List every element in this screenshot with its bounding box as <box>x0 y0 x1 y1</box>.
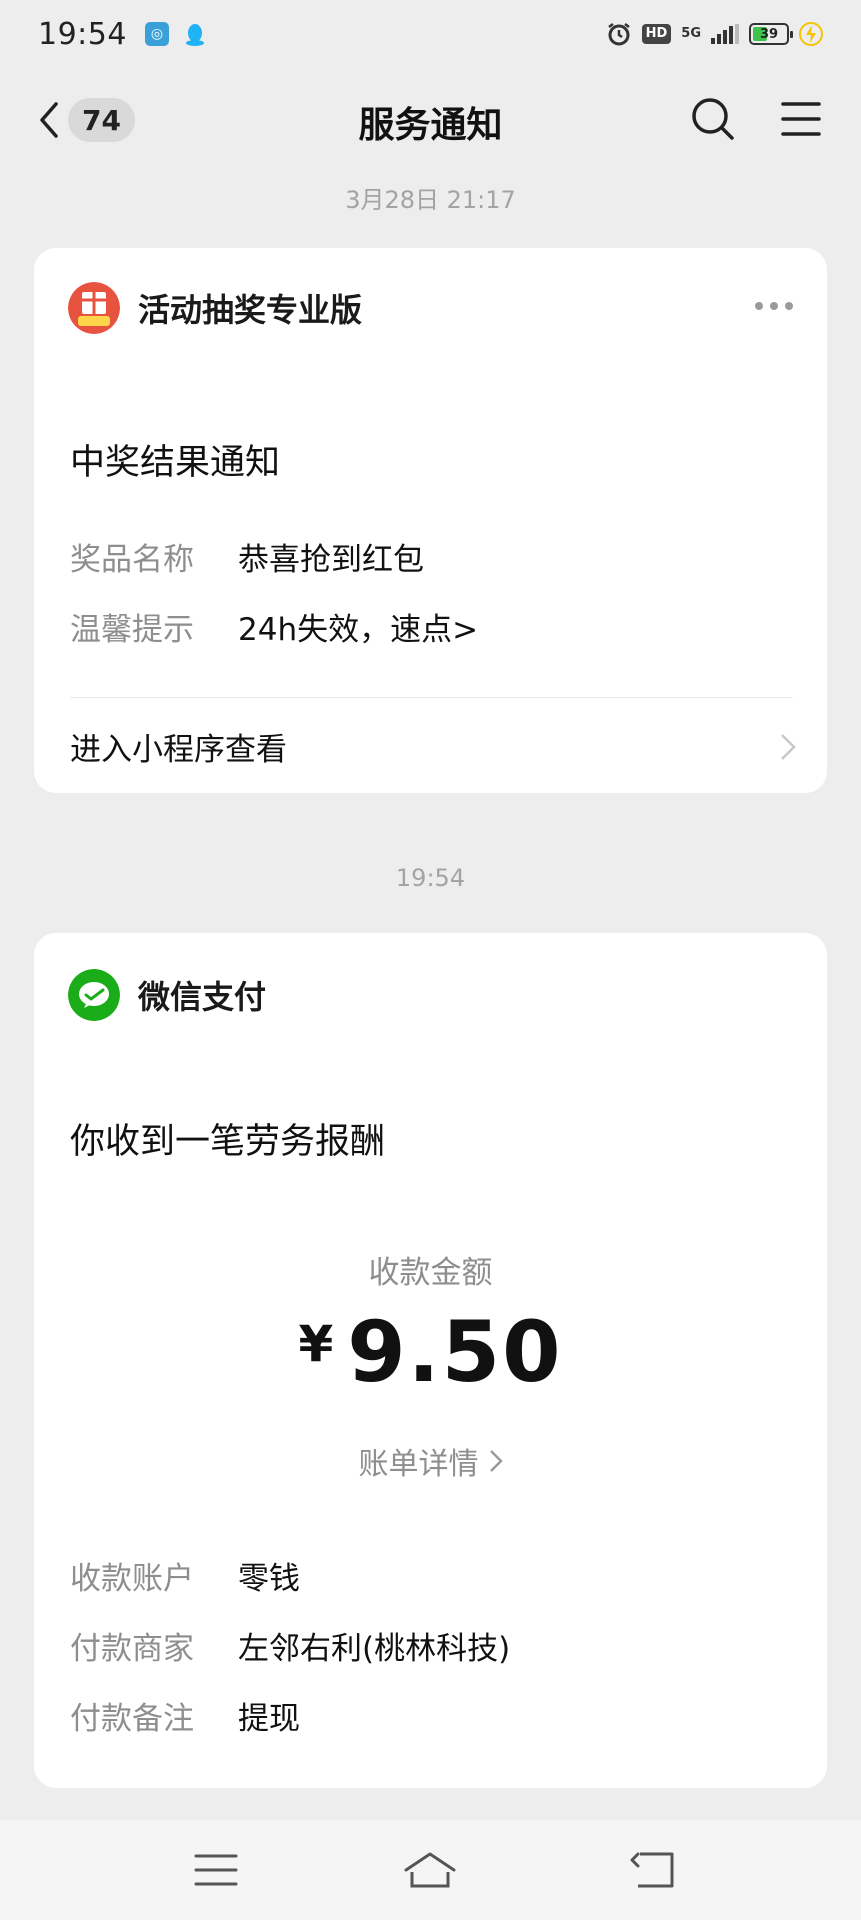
field-value: 零钱 <box>238 1561 300 1597</box>
menu-icon[interactable] <box>780 98 822 140</box>
message-timestamp: 3月28日 21:17 <box>345 186 516 214</box>
field-value: 提现 <box>238 1701 300 1737</box>
navigation-bar: 74 服务通知 <box>0 68 861 172</box>
enter-mini-program-label: 进入小程序查看 <box>70 732 287 768</box>
system-navigation-bar <box>0 1820 861 1920</box>
field-key: 付款备注 <box>70 1701 194 1737</box>
field-row: 奖品名称 恭喜抢到红包 <box>70 534 424 579</box>
message-timestamp: 19:54 <box>395 864 466 892</box>
card-header: 活动抽奖专业版 <box>68 282 362 334</box>
app-notification-icon: ◎ <box>144 22 169 46</box>
amount-label: 收款金额 <box>368 1255 493 1291</box>
network-label: 5G <box>681 26 701 41</box>
nav-back-icon[interactable] <box>626 1848 686 1892</box>
battery-level: 39 <box>759 26 779 42</box>
search-icon[interactable] <box>690 96 736 142</box>
field-value: 左邻右利(桃林科技) <box>238 1631 511 1667</box>
nav-menu-icon[interactable] <box>186 1848 246 1892</box>
field-row: 付款商家 左邻右利(桃林科技) <box>70 1623 510 1668</box>
field-row: 温馨提示 24h失效，速点> <box>70 604 478 649</box>
hd-badge: HD <box>641 24 672 44</box>
nav-home-icon[interactable] <box>400 1848 460 1892</box>
field-key: 付款商家 <box>70 1631 194 1667</box>
amount-value: ¥9.50 <box>34 1303 827 1401</box>
wechat-pay-icon <box>68 969 120 1021</box>
card-header: 微信支付 <box>68 969 266 1021</box>
app-name: 活动抽奖专业版 <box>138 291 363 329</box>
signal-icon <box>711 24 739 44</box>
enter-mini-program-row[interactable]: 进入小程序查看 <box>70 724 797 769</box>
currency-symbol: ¥ <box>298 1315 334 1373</box>
field-row: 付款备注 提现 <box>70 1693 300 1738</box>
field-key: 奖品名称 <box>70 542 194 578</box>
notification-title: 你收到一笔劳务报酬 <box>70 1122 386 1162</box>
divider <box>70 697 793 698</box>
field-row: 收款账户 零钱 <box>70 1553 300 1598</box>
charging-icon <box>799 22 823 46</box>
battery-icon: 39 <box>749 23 793 45</box>
alarm-icon <box>607 23 630 46</box>
wechat-pay-notification-card[interactable]: 微信支付 你收到一笔劳务报酬 收款金额 ¥9.50 账单详情 收款账户 零钱 付… <box>34 933 827 1788</box>
bill-details-label: 账单详情 <box>358 1447 479 1482</box>
notification-title: 中奖结果通知 <box>70 443 281 483</box>
field-key: 收款账户 <box>70 1561 194 1597</box>
field-value: 24h失效，速点> <box>238 612 479 648</box>
status-bar: 19:54 ◎ HD 5G 39 <box>0 0 861 68</box>
qq-icon <box>183 22 207 46</box>
more-icon[interactable] <box>755 302 793 310</box>
amount-number: 9.50 <box>347 1303 563 1401</box>
network-type: 5G <box>681 26 701 41</box>
status-time: 19:54 <box>38 16 127 52</box>
field-key: 温馨提示 <box>70 612 194 648</box>
lottery-app-icon <box>68 282 120 334</box>
lottery-notification-card[interactable]: 活动抽奖专业版 中奖结果通知 奖品名称 恭喜抢到红包 温馨提示 24h失效，速点… <box>34 248 827 793</box>
field-value: 恭喜抢到红包 <box>238 542 424 578</box>
chevron-right-icon <box>489 1450 503 1472</box>
app-name: 微信支付 <box>138 978 267 1016</box>
bill-details-link[interactable]: 账单详情 <box>34 1439 827 1483</box>
status-notification-icons: ◎ <box>144 22 207 46</box>
status-right-icons: HD 5G 39 <box>606 21 823 47</box>
chevron-right-icon <box>781 733 796 760</box>
